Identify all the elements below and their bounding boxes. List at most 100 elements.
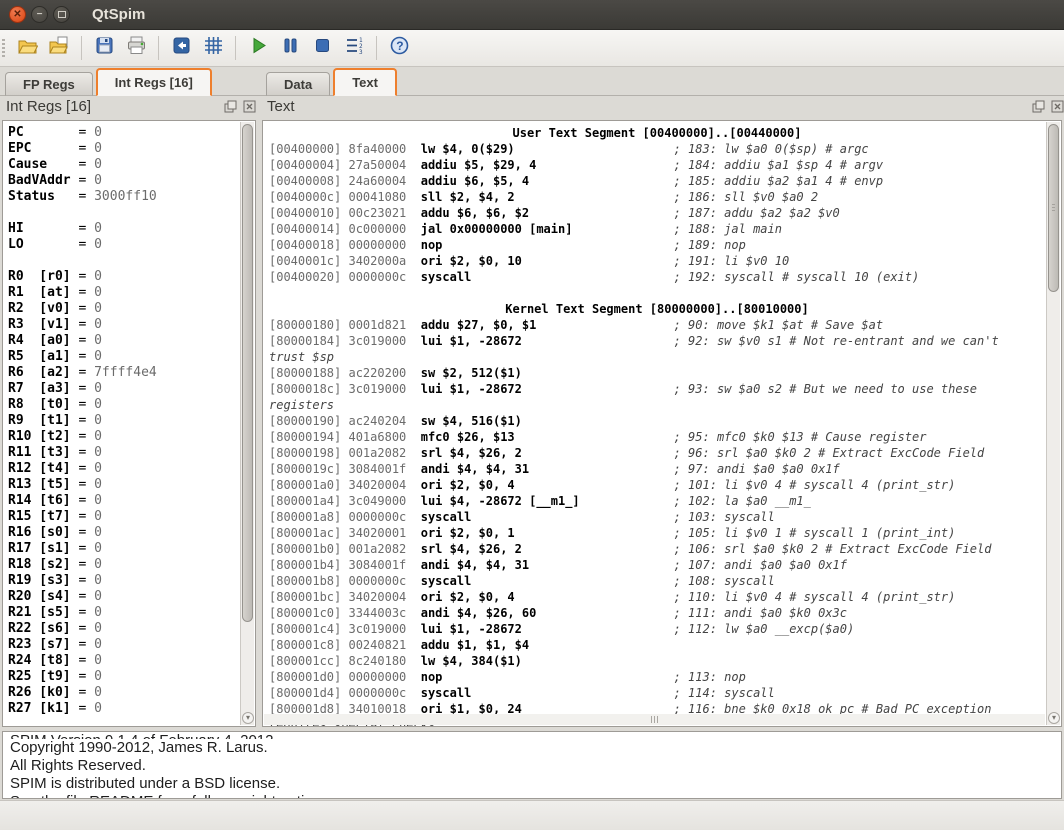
register-value: 7ffff4e4 bbox=[94, 365, 157, 380]
register-name: R5 [a1] bbox=[8, 349, 78, 364]
register-row: Cause = 0 bbox=[8, 157, 239, 173]
instruction: andi $4, $4, 31 bbox=[421, 462, 529, 476]
register-name: R9 [t1] bbox=[8, 413, 78, 428]
register-name: HI bbox=[8, 221, 78, 236]
code-line: [800001a8] 0000000c syscall ; 103: sysca… bbox=[269, 509, 1045, 525]
scrollbar-thumb[interactable] bbox=[1048, 124, 1059, 292]
register-value: 0 bbox=[94, 413, 102, 428]
register-row: R10 [t2] = 0 bbox=[8, 429, 239, 445]
source-comment: ; 188: jal main bbox=[674, 222, 782, 236]
register-value: 0 bbox=[94, 221, 102, 236]
close-icon[interactable] bbox=[243, 100, 256, 113]
close-icon[interactable]: ✕ bbox=[9, 6, 26, 23]
equals-sign: = bbox=[78, 477, 94, 492]
register-value: 0 bbox=[94, 557, 102, 572]
register-name: R2 [v0] bbox=[8, 301, 78, 316]
register-name: R3 [v1] bbox=[8, 317, 78, 332]
code-line: [800001a4] 3c049000 lui $4, -28672 [__m1… bbox=[269, 493, 1045, 509]
stop-icon bbox=[312, 35, 333, 61]
print-button[interactable] bbox=[120, 33, 152, 63]
tab-int-regs-16[interactable]: Int Regs [16] bbox=[96, 68, 212, 96]
register-value: 0 bbox=[94, 269, 102, 284]
code-line: [800001b0] 001a2082 srl $4, $26, 2 ; 106… bbox=[269, 541, 1045, 557]
instruction: syscall bbox=[421, 510, 472, 524]
register-value: 0 bbox=[94, 157, 102, 172]
tab-fp-regs[interactable]: FP Regs bbox=[5, 72, 93, 96]
register-row: R22 [s6] = 0 bbox=[8, 621, 239, 637]
register-name: Cause bbox=[8, 157, 78, 172]
help-button[interactable]: ? bbox=[383, 33, 415, 63]
register-row: R3 [v1] = 0 bbox=[8, 317, 239, 333]
load-file-button[interactable] bbox=[11, 33, 43, 63]
titlebar[interactable]: ✕ − QtSpim bbox=[0, 0, 1064, 30]
scrollbar-thumb[interactable] bbox=[242, 124, 253, 622]
address-and-hex: [8000019c] 3084001f bbox=[269, 462, 421, 476]
single-step-button[interactable]: 123 bbox=[338, 33, 370, 63]
equals-sign: = bbox=[78, 125, 94, 140]
register-value: 0 bbox=[94, 573, 102, 588]
toolbar-grip[interactable] bbox=[2, 39, 5, 57]
register-value: 0 bbox=[94, 637, 102, 652]
address-and-hex: [80000190] ac240204 bbox=[269, 414, 421, 428]
instruction: mfc0 $26, $13 bbox=[421, 430, 515, 444]
register-row: R4 [a0] = 0 bbox=[8, 333, 239, 349]
minimize-icon[interactable]: − bbox=[31, 6, 48, 23]
instruction: andi $4, $26, 60 bbox=[421, 606, 537, 620]
code-line: [800001c0] 3344003c andi $4, $26, 60 ; 1… bbox=[269, 605, 1045, 621]
address-and-hex: [800001b4] 3084001f bbox=[269, 558, 421, 572]
float-icon[interactable] bbox=[224, 100, 237, 113]
code-line: [8000018c] 3c019000 lui $1, -28672 ; 93:… bbox=[269, 381, 1045, 397]
reinitialize-button[interactable] bbox=[165, 33, 197, 63]
instruction: sw $2, 512($1) bbox=[421, 366, 522, 380]
register-row: R14 [t6] = 0 bbox=[8, 493, 239, 509]
scroll-down-arrow-icon[interactable]: ▾ bbox=[242, 712, 254, 724]
register-row: R0 [r0] = 0 bbox=[8, 269, 239, 285]
save-log-button[interactable] bbox=[88, 33, 120, 63]
address-and-hex: [800001c4] 3c019000 bbox=[269, 622, 421, 636]
reinitialize-and-load-file-button[interactable] bbox=[43, 33, 75, 63]
address-and-hex: [80000184] 3c019000 bbox=[269, 334, 421, 348]
toolbar: 123? bbox=[0, 30, 1064, 67]
close-icon[interactable] bbox=[1051, 100, 1064, 113]
equals-sign: = bbox=[78, 413, 94, 428]
register-value: 0 bbox=[94, 605, 102, 620]
stop-button[interactable] bbox=[306, 33, 338, 63]
maximize-icon[interactable] bbox=[53, 6, 70, 23]
code-line: [80000188] ac220200 sw $2, 512($1) bbox=[269, 365, 1045, 381]
text-vertical-scrollbar[interactable]: ▾ bbox=[1046, 122, 1060, 725]
equals-sign: = bbox=[78, 669, 94, 684]
code-line: [00400020] 0000000c syscall ; 192: sysca… bbox=[269, 269, 1045, 285]
tab-data[interactable]: Data bbox=[266, 72, 330, 96]
instruction: lui $1, -28672 bbox=[421, 334, 522, 348]
text-horizontal-scrollbar[interactable] bbox=[264, 714, 1045, 725]
register-value: 0 bbox=[94, 125, 102, 140]
register-row: LO = 0 bbox=[8, 237, 239, 253]
run-button[interactable] bbox=[242, 33, 274, 63]
qtspim-window: ✕ − QtSpim 123? FP RegsInt Regs [16] Dat… bbox=[0, 0, 1064, 830]
help-icon: ? bbox=[389, 35, 410, 61]
equals-sign: = bbox=[78, 637, 94, 652]
register-row: R11 [t3] = 0 bbox=[8, 445, 239, 461]
register-value: 0 bbox=[94, 589, 102, 604]
pause-button[interactable] bbox=[274, 33, 306, 63]
scroll-down-arrow-icon[interactable]: ▾ bbox=[1048, 712, 1060, 724]
svg-text:3: 3 bbox=[359, 49, 363, 56]
instruction: lui $4, -28672 [__m1_] bbox=[421, 494, 580, 508]
register-name: R7 [a3] bbox=[8, 381, 78, 396]
float-icon[interactable] bbox=[1032, 100, 1045, 113]
address-and-hex: [00400018] 00000000 bbox=[269, 238, 421, 252]
register-row: BadVAddr = 0 bbox=[8, 173, 239, 189]
register-value: 0 bbox=[94, 493, 102, 508]
registers-vertical-scrollbar[interactable]: ▾ bbox=[240, 122, 254, 725]
source-comment: ; 95: mfc0 $k0 $13 # Cause register bbox=[674, 430, 927, 444]
address-and-hex: [800001c8] 00240821 bbox=[269, 638, 421, 652]
equals-sign: = bbox=[78, 301, 94, 316]
tab-text[interactable]: Text bbox=[333, 68, 397, 96]
address-and-hex: [800001bc] 34020004 bbox=[269, 590, 421, 604]
equals-sign: = bbox=[78, 589, 94, 604]
memory-grid-button[interactable] bbox=[197, 33, 229, 63]
equals-sign: = bbox=[78, 269, 94, 284]
register-value: 0 bbox=[94, 141, 102, 156]
equals-sign: = bbox=[78, 365, 94, 380]
register-value: 0 bbox=[94, 317, 102, 332]
